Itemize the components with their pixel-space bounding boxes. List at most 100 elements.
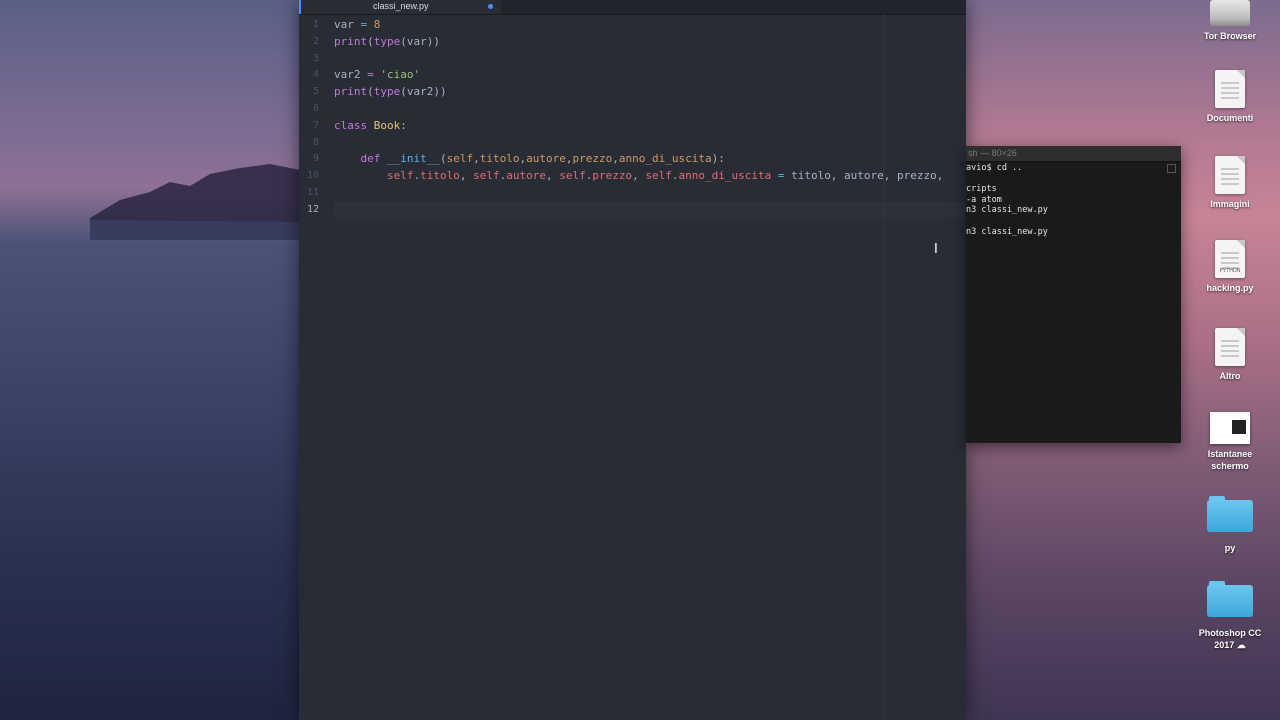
terminal-window[interactable]: sh — 80×26 avio$ cd .. cripts -a atom n3 c…: [966, 146, 1181, 443]
terminal-titlebar[interactable]: sh — 80×26: [966, 146, 1181, 162]
desktop-item-label: hacking.py: [1206, 283, 1254, 293]
code-line[interactable]: [334, 185, 966, 202]
code-token: var2: [334, 68, 368, 82]
line-number: 4: [312, 69, 319, 81]
code-token: prezzo: [572, 152, 613, 166]
code-token: self: [446, 152, 474, 166]
terminal-line: avio$ cd ..: [966, 163, 1023, 173]
code-token: ,: [459, 169, 474, 183]
terminal-split-icon[interactable]: [1167, 164, 1176, 173]
code-token: (var2)): [400, 85, 447, 99]
line-number: 1: [312, 19, 319, 30]
terminal-line: n3 classi_new.py: [966, 226, 1048, 237]
code-token: class: [334, 118, 368, 132]
code-token: type: [373, 34, 401, 48]
code-token: Book: [373, 118, 401, 132]
desktop-item-label: Istantanee schermo: [1207, 449, 1253, 471]
terminal-line: -a atom: [966, 194, 1002, 205]
code-token: (var)): [400, 34, 440, 48]
desktop-item-tor[interactable]: Tor Browser: [1190, 0, 1270, 42]
line-number: 11: [306, 186, 319, 198]
code-line[interactable]: [334, 135, 966, 152]
terminal-output[interactable]: avio$ cd .. cripts -a atom n3 classi_new.p…: [966, 163, 1166, 237]
wrap-guide: [883, 14, 884, 720]
desktop-item-label: Documenti: [1206, 113, 1254, 123]
desktop-item-label: Immagini: [1210, 199, 1250, 209]
tab-classi-new-py[interactable]: classi_new.py: [299, 0, 501, 14]
tab-bar: classi_new.py: [299, 0, 966, 15]
code-token: self: [559, 169, 586, 183]
code-token: prezzo: [592, 169, 633, 183]
code-token: autore: [526, 152, 566, 166]
line-number: 5: [312, 86, 319, 98]
document-icon: [1215, 70, 1245, 108]
line-number: 9: [312, 153, 319, 165]
terminal-line: cripts: [966, 184, 997, 195]
code-token: __init__: [387, 152, 440, 166]
code-editor-window[interactable]: classi_new.py 1 2 3 4 5 6 7 8 9 10 11 12 var = 8 pri…: [299, 0, 966, 720]
code-token: self: [386, 169, 414, 183]
code-token: (: [367, 34, 374, 48]
line-number: 6: [312, 102, 319, 114]
code-token: =: [367, 68, 374, 82]
code-line[interactable]: var2 = 'ciao': [334, 67, 966, 84]
code-line[interactable]: self.titolo, self.autore, self.prezzo, s…: [334, 168, 966, 185]
folder-icon: [1207, 581, 1253, 617]
code-line[interactable]: [334, 51, 966, 68]
desktop-item-hackingpy[interactable]: PYTHON hacking.py: [1190, 240, 1270, 294]
desktop-item-photoshop[interactable]: Photoshop CC 2017 ☁: [1190, 581, 1270, 651]
code-token: ,: [473, 152, 480, 166]
code-line[interactable]: var = 8: [334, 17, 966, 34]
terminal-title: sh — 80×26: [968, 148, 1017, 158]
tab-title: classi_new.py: [373, 1, 429, 11]
desktop-item-istantanee[interactable]: Istantanee schermo: [1190, 412, 1270, 472]
code-token: (: [367, 85, 374, 99]
code-token: autore: [506, 169, 546, 183]
desktop-item-label: Photoshop CC 2017 ☁: [1198, 628, 1262, 650]
jpeg-icon: [1215, 156, 1245, 194]
desktop-item-label: Tor Browser: [1203, 31, 1257, 41]
code-line[interactable]: [334, 101, 966, 118]
modified-dot-icon[interactable]: [488, 4, 493, 9]
code-line[interactable]: print(type(var)): [334, 34, 966, 51]
file-type-badge: PYTHON: [1219, 268, 1241, 274]
code-token: def: [360, 152, 381, 166]
code-token: print: [334, 85, 368, 99]
desktop-item-py[interactable]: py: [1190, 496, 1270, 554]
code-token: ,: [612, 152, 619, 166]
code-token: ,: [545, 169, 560, 183]
folder-icon: [1207, 496, 1253, 532]
desktop-item-documenti[interactable]: Documenti: [1190, 70, 1270, 124]
code-token: var: [334, 18, 361, 31]
terminal-line: n3 classi_new.py: [966, 205, 1048, 216]
code-line[interactable]: def __init__(self,titolo,autore,prezzo,a…: [334, 151, 966, 168]
code-line[interactable]: print(type(var2)): [334, 84, 966, 101]
python-file-icon: PYTHON: [1215, 240, 1245, 278]
desktop-item-altro[interactable]: Altro: [1190, 328, 1270, 382]
line-number: 10: [306, 170, 319, 182]
code-token: print: [334, 34, 368, 48]
code-area[interactable]: var = 8 print(type(var)) var2 = 'ciao' pri…: [334, 17, 966, 219]
code-line[interactable]: [334, 201, 966, 219]
code-token: self: [645, 169, 672, 183]
drive-icon: [1210, 0, 1250, 26]
line-number: 7: [312, 119, 319, 131]
code-line[interactable]: class Book:: [334, 118, 966, 135]
code-token: 'ciao': [380, 68, 421, 82]
desktop-item-label: Altro: [1219, 371, 1241, 381]
code-token: titolo: [479, 152, 520, 166]
desktop-item-immagini[interactable]: Immagini: [1190, 156, 1270, 210]
code-token: 8: [373, 18, 381, 31]
island-silhouette: [90, 164, 310, 240]
code-token: titolo: [420, 169, 460, 183]
line-number: 8: [312, 136, 319, 148]
line-number: 3: [312, 52, 319, 64]
code-token: anno_di_uscita: [618, 152, 712, 166]
line-number-gutter: 1 2 3 4 5 6 7 8 9 10 11 12: [299, 17, 321, 219]
text-cursor-icon: I: [934, 242, 938, 257]
